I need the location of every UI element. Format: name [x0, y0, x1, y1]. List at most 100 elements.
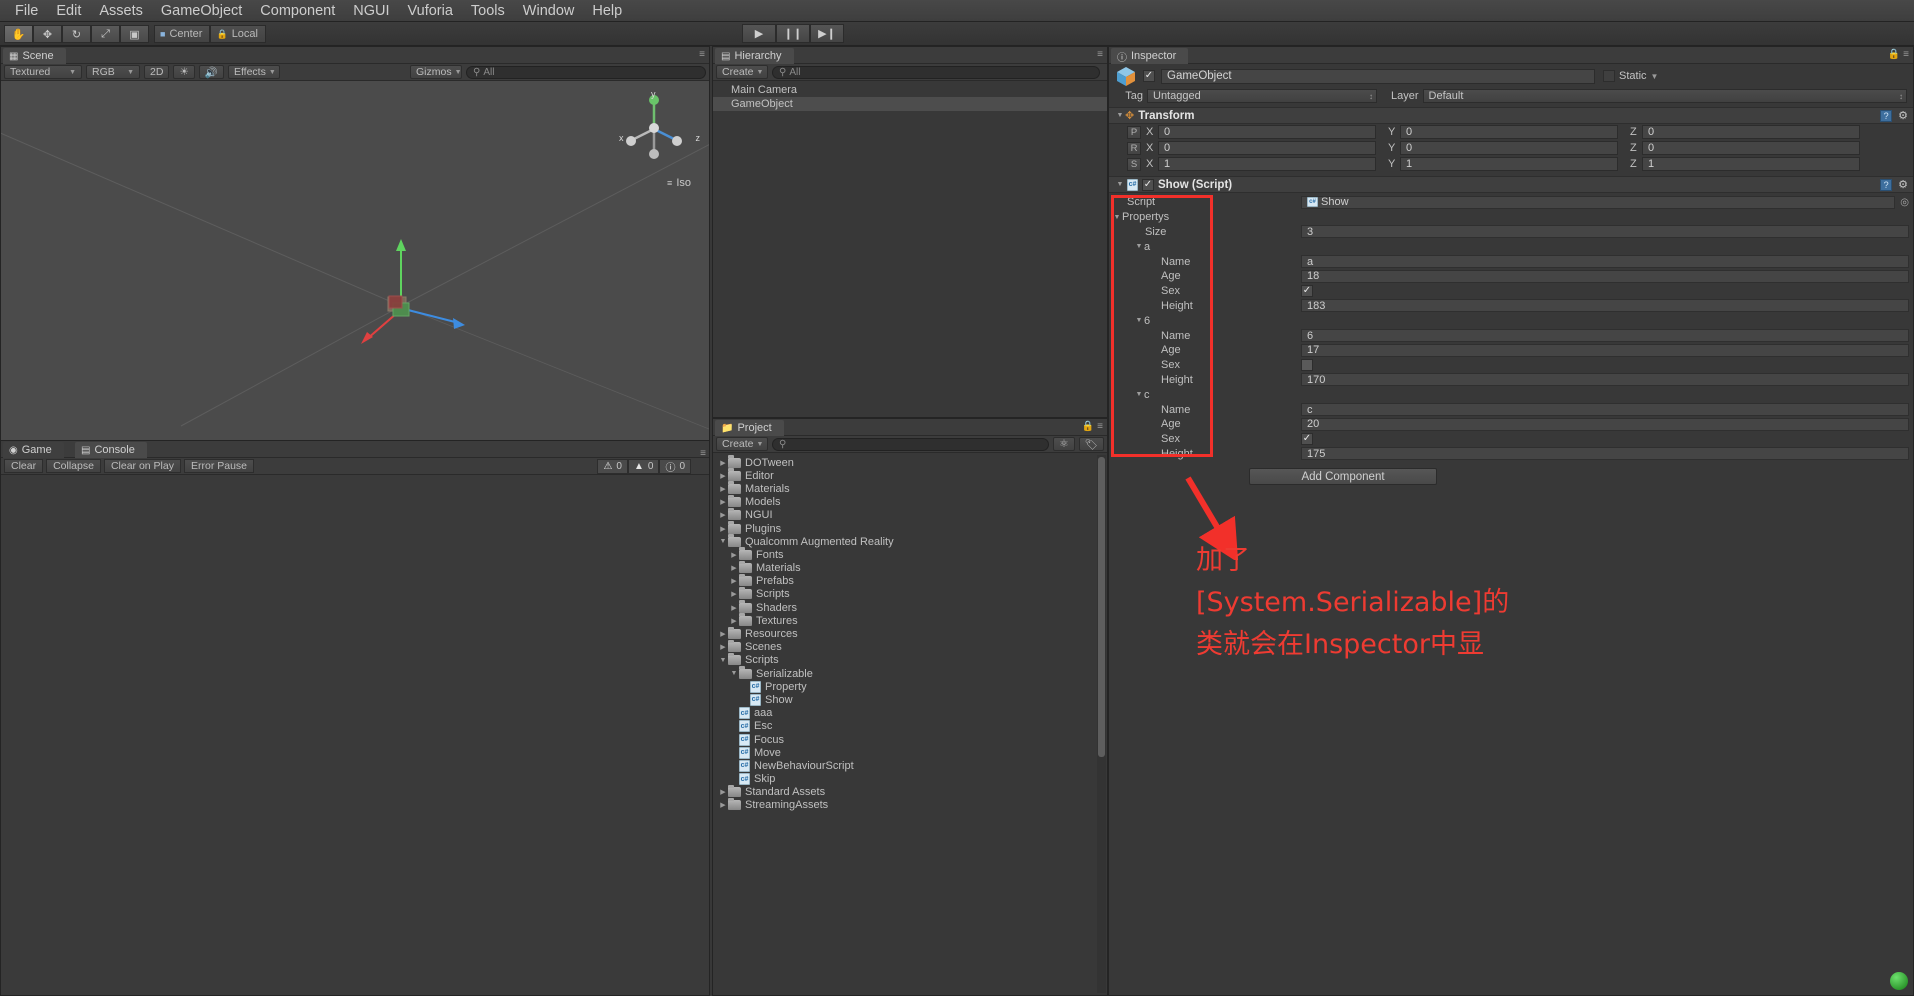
propertys-size-input[interactable]: 3: [1301, 225, 1909, 239]
rotate-tool[interactable]: ↻: [62, 25, 91, 43]
element-2-height-input[interactable]: 175: [1301, 447, 1909, 461]
help-icon[interactable]: ?: [1880, 178, 1893, 191]
chevron-right-icon[interactable]: ▶: [718, 801, 728, 809]
clear-button[interactable]: Clear: [4, 459, 44, 473]
chevron-down-icon[interactable]: ▼: [1115, 181, 1125, 188]
transform-r-x-input[interactable]: 0: [1158, 141, 1376, 155]
element-1-height-input[interactable]: 170: [1301, 373, 1909, 387]
transform-gizmo[interactable]: [331, 201, 531, 401]
console-log-list[interactable]: [1, 475, 709, 995]
chevron-right-icon[interactable]: ▶: [729, 551, 739, 559]
hierarchy-item[interactable]: GameObject: [713, 97, 1107, 111]
tag-dropdown[interactable]: Untagged ↕: [1147, 89, 1377, 103]
toggle-2d-button[interactable]: 2D: [144, 65, 170, 79]
help-icon[interactable]: ?: [1880, 109, 1893, 122]
transform-s-y-input[interactable]: 1: [1400, 157, 1618, 171]
project-tree-item[interactable]: ▶ Materials: [713, 481, 1107, 495]
tab-game[interactable]: ◉ Game: [3, 442, 64, 458]
show-script-component-header[interactable]: ▼ c# ✓ Show (Script) ? ⚙: [1109, 176, 1913, 193]
warning-counter[interactable]: ▲ 0: [627, 459, 660, 474]
project-tree-item[interactable]: ▶ Scripts: [713, 586, 1107, 601]
static-checkbox[interactable]: [1603, 70, 1615, 82]
tab-project[interactable]: 📁 Project: [715, 420, 784, 436]
gameobject-enabled-checkbox[interactable]: ✓: [1143, 70, 1155, 82]
menu-item-ngui[interactable]: NGUI: [344, 1, 398, 21]
gizmos-dropdown[interactable]: Gizmos ▼: [410, 65, 462, 79]
project-tree-item[interactable]: ▶ NGUI: [713, 507, 1107, 522]
collapse-button[interactable]: Collapse: [46, 459, 101, 473]
chevron-right-icon[interactable]: ▶: [729, 577, 739, 585]
panel-menu-icon[interactable]: ≡: [1903, 49, 1909, 60]
project-tree-item[interactable]: ▶c# Skip: [713, 773, 1107, 786]
effects-dropdown[interactable]: Effects ▼: [227, 65, 280, 79]
console-panel-menu[interactable]: ≡: [700, 448, 706, 459]
project-tree-item[interactable]: ▶ Textures: [713, 613, 1107, 627]
scene-axis-gizmo[interactable]: y z x: [619, 89, 700, 163]
pause-button[interactable]: ❙❙: [776, 24, 810, 43]
chevron-right-icon[interactable]: ▶: [718, 788, 728, 796]
project-scrollbar[interactable]: [1097, 455, 1106, 993]
scene-search-input[interactable]: ⚲ All: [466, 65, 706, 79]
chevron-right-icon[interactable]: ▶: [718, 498, 728, 506]
hierarchy-item[interactable]: Main Camera: [713, 83, 1107, 97]
menu-item-tools[interactable]: Tools: [462, 1, 514, 21]
transform-p-x-input[interactable]: 0: [1158, 125, 1376, 139]
chevron-down-icon[interactable]: ▼: [1115, 112, 1125, 119]
project-tree-item[interactable]: ▶ Standard Assets: [713, 784, 1107, 799]
hierarchy-tab-menu[interactable]: ≡: [1097, 49, 1103, 60]
transform-p-z-input[interactable]: 0: [1642, 125, 1860, 139]
project-tree-item[interactable]: ▶ Resources: [713, 626, 1107, 640]
element-0-name-input[interactable]: a: [1301, 255, 1909, 269]
chevron-down-icon[interactable]: ▼: [729, 670, 739, 677]
menu-item-window[interactable]: Window: [514, 1, 584, 21]
project-scroll-thumb[interactable]: [1098, 457, 1105, 757]
project-tree-item[interactable]: ▶c# Esc: [713, 720, 1107, 733]
project-asset-tree[interactable]: ▶ DOTween ▶ Editor ▶ Materials ▶ Models ▶ NGUI ▶ Pl…: [713, 453, 1107, 995]
project-tree-item[interactable]: ▶c# Show: [713, 693, 1107, 706]
project-tree-item[interactable]: ▼ Serializable: [713, 666, 1107, 680]
element-1-sex-checkbox[interactable]: [1301, 359, 1313, 372]
menu-item-help[interactable]: Help: [583, 1, 631, 21]
element-0-age-input[interactable]: 18: [1301, 269, 1909, 283]
step-button[interactable]: ▶❙: [810, 24, 844, 43]
element-0-height-input[interactable]: 183: [1301, 299, 1909, 313]
chevron-down-icon[interactable]: ▼: [1134, 317, 1144, 324]
pivot-mode-button[interactable]: ■ Center: [154, 25, 211, 43]
chevron-right-icon[interactable]: ▶: [729, 590, 739, 598]
script-reference-field[interactable]: c# Show: [1301, 195, 1895, 209]
element-2-age-input[interactable]: 20: [1301, 417, 1909, 431]
project-filter-label-button[interactable]: 🏷: [1078, 437, 1104, 451]
project-tree-item[interactable]: ▶ Materials: [713, 560, 1107, 575]
create-dropdown[interactable]: Create ▼: [716, 65, 768, 79]
project-tree-item[interactable]: ▶ Scenes: [713, 639, 1107, 654]
show-script-enabled-checkbox[interactable]: ✓: [1142, 178, 1154, 191]
project-tree-item[interactable]: ▶c# aaa: [713, 707, 1107, 720]
menu-item-vuforia[interactable]: Vuforia: [399, 1, 462, 21]
project-tree-item[interactable]: ▼ Scripts: [713, 652, 1107, 667]
project-tree-item[interactable]: ▼ Qualcomm Augmented Reality: [713, 534, 1107, 548]
static-toggle[interactable]: Static ▼: [1603, 70, 1658, 82]
chevron-right-icon[interactable]: ▶: [718, 525, 728, 533]
chevron-right-icon[interactable]: ▶: [718, 630, 728, 638]
hierarchy-tree[interactable]: Main Camera GameObject: [713, 81, 1107, 417]
inspector-tab-menu[interactable]: 🔒 ≡: [1888, 49, 1909, 60]
project-tree-item[interactable]: ▶c# Property: [713, 680, 1107, 693]
scene-lighting-toggle[interactable]: ☀: [173, 65, 195, 79]
chevron-down-icon[interactable]: ▼: [1651, 72, 1659, 81]
hand-tool[interactable]: ✋: [4, 25, 33, 43]
project-tab-menu[interactable]: 🔒 ≡: [1082, 421, 1103, 432]
hierarchy-search-input[interactable]: ⚲ All: [772, 65, 1100, 79]
layer-dropdown[interactable]: Default ↕: [1422, 89, 1907, 103]
project-tree-item[interactable]: ▶c# Focus: [713, 733, 1107, 746]
element-1-name-input[interactable]: 6: [1301, 329, 1909, 343]
rect-tool[interactable]: ▣: [120, 25, 149, 43]
transform-r-z-input[interactable]: 0: [1642, 141, 1860, 155]
chevron-right-icon[interactable]: ▶: [729, 604, 739, 612]
project-tree-item[interactable]: ▶ Plugins: [713, 521, 1107, 535]
transform-r-y-input[interactable]: 0: [1400, 141, 1618, 155]
chevron-right-icon[interactable]: ▶: [729, 564, 739, 572]
scale-tool[interactable]: ⤢: [91, 25, 120, 43]
tab-hierarchy[interactable]: ▤ Hierarchy: [715, 48, 794, 64]
chevron-down-icon[interactable]: ▼: [718, 538, 728, 545]
menu-item-file[interactable]: File: [6, 1, 47, 21]
